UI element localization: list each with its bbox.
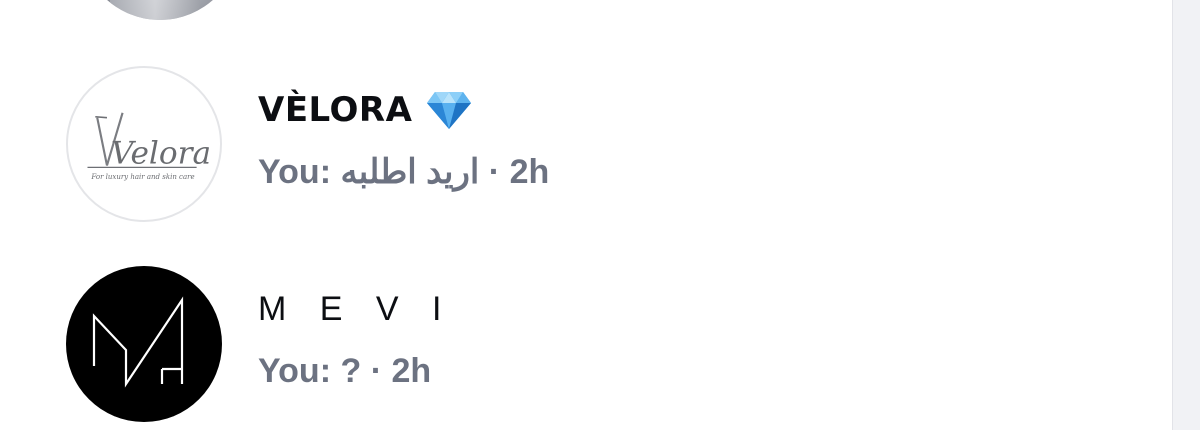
velora-logo-text: Velora [111,135,211,171]
preview-separator: · [479,153,510,191]
avatar[interactable]: Velora For luxury hair and skin care [66,66,222,222]
scrollbar[interactable] [1172,0,1200,430]
name-line: M E V I [258,290,453,329]
preview-separator: · [361,352,392,390]
previous-thread-avatar[interactable] [80,0,240,20]
mevi-logo [92,296,184,388]
name-line: VÈLORA [258,90,472,130]
preview-text: اريد اطلبه [340,153,480,191]
contact-name: M E V I [258,290,454,328]
message-preview: You: ? · 2h [258,352,431,391]
contact-name: VÈLORA [258,90,413,130]
conversation-item-velora[interactable]: Velora For luxury hair and skin care VÈL… [66,66,1126,226]
conversation-item-mevi[interactable]: M E V I You: ? · 2h [66,266,1126,426]
message-list: Velora For luxury hair and skin care VÈL… [0,0,1200,430]
velora-logo: Velora For luxury hair and skin care [87,112,211,181]
message-time: 2h [391,352,432,390]
preview-sender: You: [258,352,341,390]
preview-text: ? [340,352,362,390]
preview-sender: You: [258,153,341,191]
message-time: 2h [509,153,550,191]
gem-icon [426,90,472,130]
velora-logo-tagline: For luxury hair and skin care [90,172,194,181]
message-preview: You: اريد اطلبه · 2h [258,152,549,192]
avatar[interactable] [66,266,222,422]
